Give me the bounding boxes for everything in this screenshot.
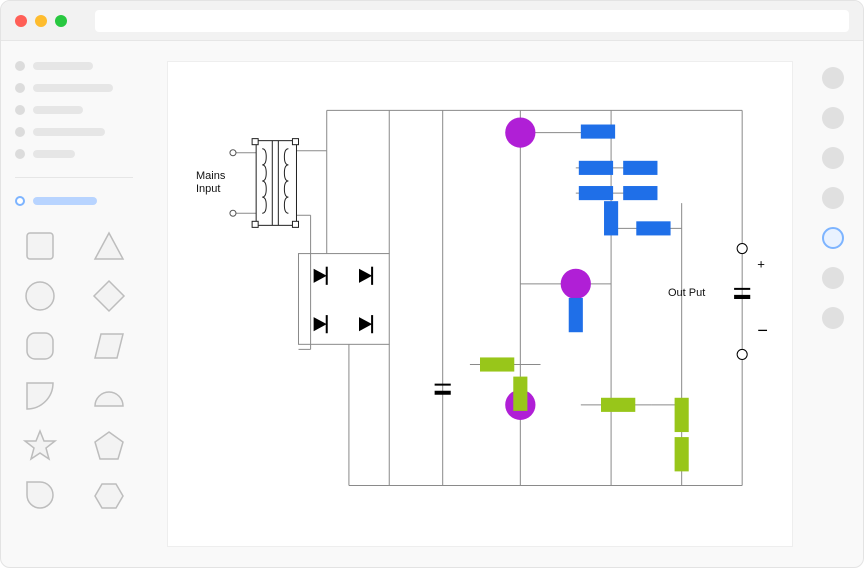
bullet-icon: [15, 105, 25, 115]
transformer-icon: [252, 139, 298, 228]
canvas[interactable]: + − Mains Input Out Put: [167, 61, 793, 547]
layer-row[interactable]: [15, 149, 133, 159]
svg-text:+: +: [757, 257, 765, 272]
circuit-svg: + −: [168, 62, 792, 546]
right-panel: [803, 41, 863, 567]
capacitor-icon: [435, 289, 751, 393]
shape-star[interactable]: [15, 428, 64, 464]
layer-list: [15, 61, 133, 159]
shape-pentagon[interactable]: [84, 428, 133, 464]
bullet-icon: [15, 127, 25, 137]
layer-label: [33, 84, 113, 92]
bullet-icon: [15, 61, 25, 71]
bullet-icon: [15, 149, 25, 159]
url-bar[interactable]: [95, 10, 849, 32]
window-controls: [15, 15, 67, 27]
layer-row[interactable]: [15, 61, 133, 71]
tool-slot-3[interactable]: [822, 187, 844, 209]
svg-text:−: −: [757, 320, 768, 340]
layer-row[interactable]: [15, 105, 133, 115]
canvas-area: + − Mains Input Out Put: [147, 41, 803, 567]
tool-slot-5[interactable]: [822, 267, 844, 289]
shape-parallelogram[interactable]: [84, 328, 133, 364]
bullet-icon: [15, 83, 25, 93]
layer-label: [33, 106, 83, 114]
main-body: + − Mains Input Out Put: [1, 41, 863, 567]
active-layer-row[interactable]: [15, 196, 133, 206]
label-mains-input: Mains Input: [196, 170, 225, 196]
tool-slot-2[interactable]: [822, 147, 844, 169]
diode-icon: [314, 267, 372, 334]
layer-label: [33, 128, 105, 136]
shape-diamond[interactable]: [84, 278, 133, 314]
circuit-diagram: + − Mains Input Out Put: [168, 62, 792, 546]
tool-slot-6[interactable]: [822, 307, 844, 329]
shape-circle[interactable]: [15, 278, 64, 314]
active-layer-label: [33, 197, 97, 205]
shape-palette: [15, 224, 133, 514]
shape-triangle[interactable]: [84, 228, 133, 264]
left-panel: [1, 41, 147, 567]
radio-icon: [15, 196, 25, 206]
label-output: Out Put: [668, 287, 705, 300]
tool-slot-4[interactable]: [822, 227, 844, 249]
shape-rounded-square[interactable]: [15, 328, 64, 364]
layer-row[interactable]: [15, 83, 133, 93]
layer-row[interactable]: [15, 127, 133, 137]
layer-label: [33, 62, 93, 70]
close-button[interactable]: [15, 15, 27, 27]
zoom-button[interactable]: [55, 15, 67, 27]
tool-slot-0[interactable]: [822, 67, 844, 89]
layer-label: [33, 150, 75, 158]
tool-slot-1[interactable]: [822, 107, 844, 129]
transistor-node-icon: [505, 117, 591, 420]
shape-quarter-circle[interactable]: [15, 378, 64, 414]
shape-teardrop[interactable]: [15, 478, 64, 514]
titlebar: [1, 1, 863, 41]
minimize-button[interactable]: [35, 15, 47, 27]
shape-half-circle[interactable]: [84, 378, 133, 414]
shape-hexagon[interactable]: [84, 478, 133, 514]
app-window: + − Mains Input Out Put: [0, 0, 864, 568]
divider: [15, 177, 133, 178]
shape-square[interactable]: [15, 228, 64, 264]
